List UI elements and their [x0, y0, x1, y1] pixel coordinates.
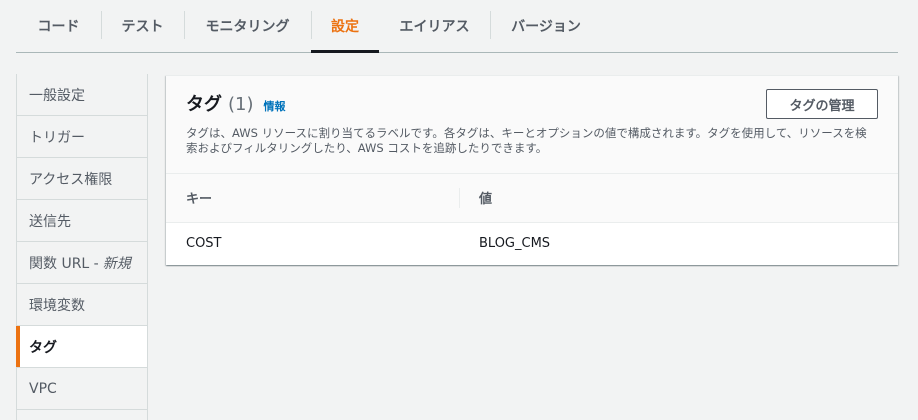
tab-monitoring[interactable]: モニタリング — [184, 0, 311, 52]
sidenav-item-triggers[interactable]: トリガー — [17, 116, 147, 158]
manage-tags-button[interactable]: タグの管理 — [766, 89, 878, 119]
info-link[interactable]: 情報 — [264, 98, 286, 114]
sidenav-item-label: 送信先 — [29, 213, 71, 230]
sidenav-item-destinations[interactable]: 送信先 — [17, 200, 147, 242]
tab-bar: コード テスト モニタリング 設定 エイリアス バージョン — [16, 0, 898, 53]
sidenav-item-env-vars[interactable]: 環境変数 — [17, 284, 147, 326]
table-row: COST BLOG_CMS — [166, 222, 898, 264]
tag-key-cell: COST — [186, 235, 222, 251]
sidenav-item-permissions[interactable]: アクセス権限 — [17, 158, 147, 200]
sidenav-item-label: 一般設定 — [29, 87, 85, 104]
panel-header: タグ (1) 情報 タグの管理 タグは、AWS リソースに割り当てるラベルです。… — [166, 76, 898, 174]
sidenav-item-vpc[interactable]: VPC — [17, 368, 147, 410]
tab-label: テスト — [121, 19, 164, 35]
tag-count: (1) — [228, 94, 254, 115]
sidenav-item-label: タグ — [29, 339, 57, 356]
tab-label: モニタリング — [205, 19, 290, 35]
tab-label: バージョン — [511, 19, 581, 35]
settings-sidenav: 一般設定 トリガー アクセス権限 送信先 関数 URL - 新規 環境変数 タグ … — [16, 74, 148, 420]
sidenav-item-function-url[interactable]: 関数 URL - 新規 — [17, 242, 147, 284]
new-badge: 新規 — [102, 255, 131, 272]
column-header-key[interactable]: キー — [166, 174, 459, 222]
panel-description: タグは、AWS リソースに割り当てるラベルです。各タグは、キーとオプションの値で… — [186, 126, 867, 155]
sidenav-item-tags[interactable]: タグ — [16, 326, 147, 368]
column-header-value[interactable]: 値 — [459, 174, 898, 222]
sidenav-item-label: アクセス権限 — [29, 171, 113, 188]
tab-label: エイリアス — [399, 19, 470, 35]
sidenav-item-label: トリガー — [29, 129, 85, 146]
tags-table: キー 値 COST BLOG_CMS — [166, 174, 898, 264]
tab-label: コード — [37, 19, 80, 35]
tab-settings[interactable]: 設定 — [311, 0, 379, 53]
tab-label: 設定 — [331, 19, 359, 35]
sidenav-item-label: 環境変数 — [29, 297, 85, 314]
tab-test[interactable]: テスト — [101, 0, 184, 52]
sidenav-item-label: VPC — [29, 380, 57, 397]
tab-versions[interactable]: バージョン — [490, 0, 602, 52]
sidenav-item-general[interactable]: 一般設定 — [17, 74, 147, 116]
sidenav-item-label: 関数 URL - — [29, 255, 99, 272]
tags-panel: タグ (1) 情報 タグの管理 タグは、AWS リソースに割り当てるラベルです。… — [166, 75, 898, 265]
tag-value-cell: BLOG_CMS — [479, 235, 551, 251]
tab-aliases[interactable]: エイリアス — [379, 0, 490, 52]
table-header-row: キー 値 — [166, 174, 898, 222]
tab-code[interactable]: コード — [16, 0, 101, 52]
panel-title: タグ — [186, 94, 222, 115]
